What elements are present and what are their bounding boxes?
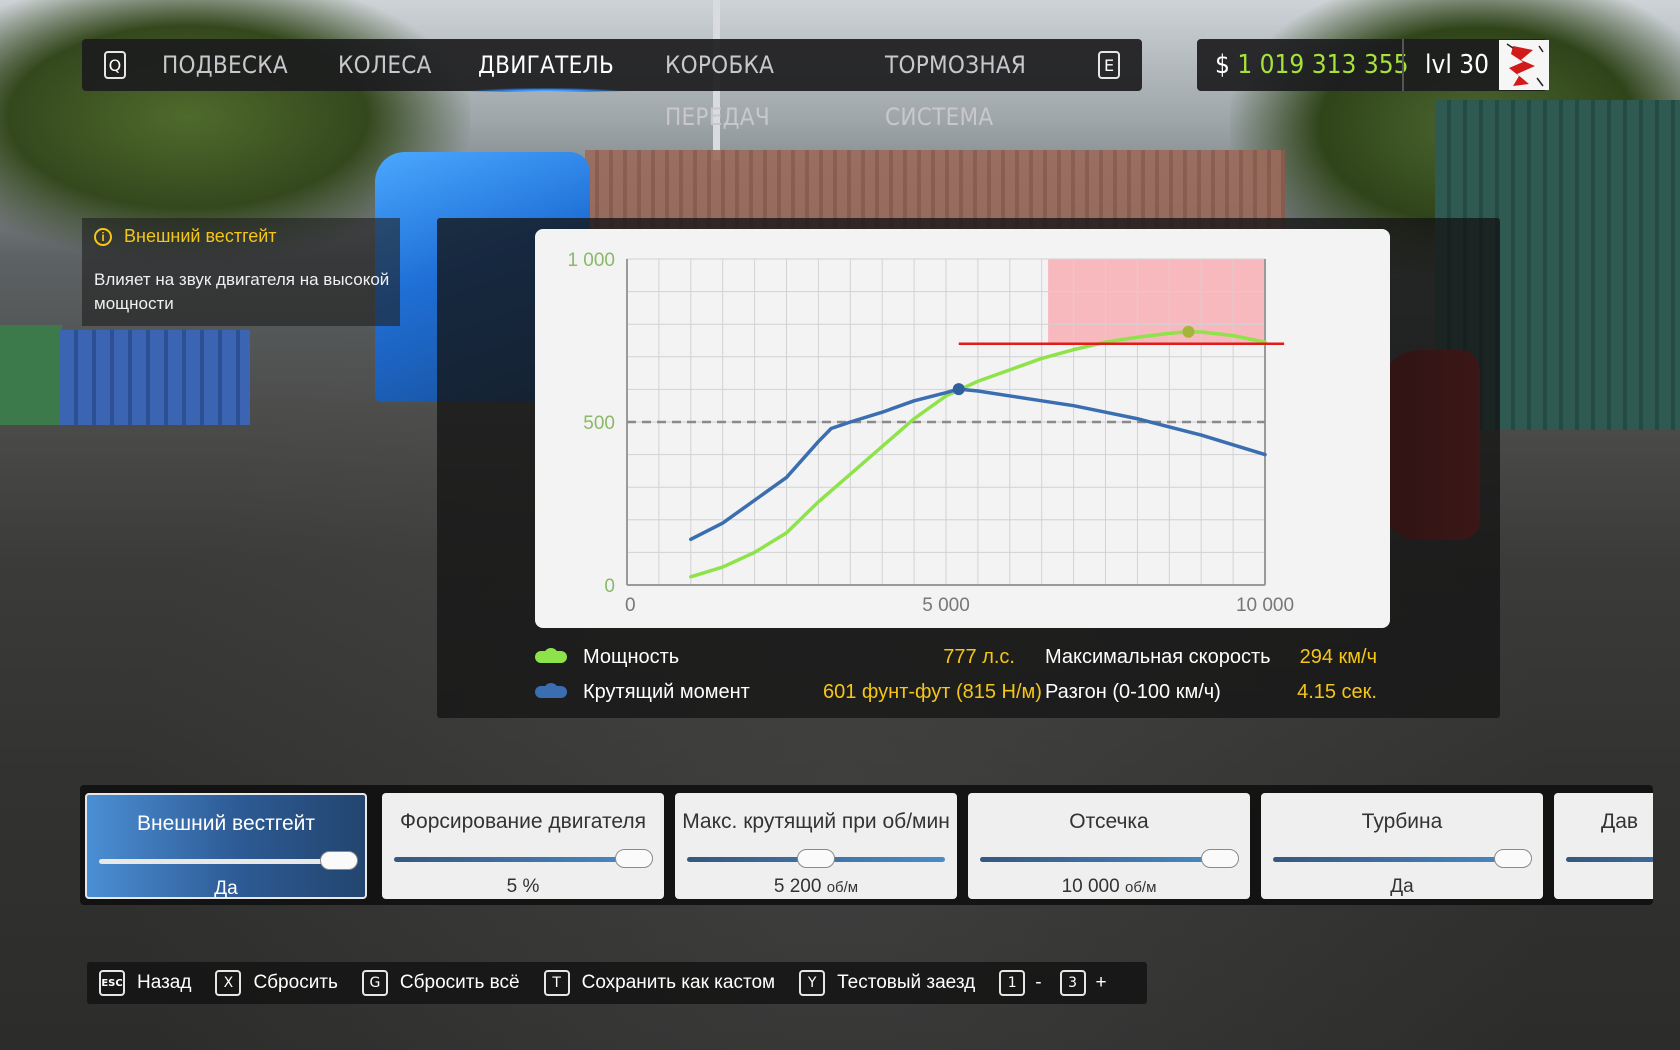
slider-track[interactable] bbox=[1273, 857, 1531, 862]
slider-card-rev-limiter[interactable]: Отсечка 10 000 об/м bbox=[968, 793, 1250, 899]
tab-wheels[interactable]: КОЛЕСА bbox=[338, 39, 432, 91]
player-avatar[interactable] bbox=[1499, 40, 1549, 90]
top-speed-value: 294 км/ч bbox=[1299, 645, 1377, 668]
slider-thumb[interactable] bbox=[1200, 849, 1239, 868]
next-page-key[interactable]: 3 bbox=[1059, 970, 1086, 996]
acceleration-value: 4.15 сек. bbox=[1297, 680, 1377, 703]
torque-label: Крутящий момент bbox=[583, 680, 750, 703]
reset-all-key[interactable]: G bbox=[361, 970, 388, 996]
power-peak-marker bbox=[1182, 325, 1195, 338]
prev-page-sign: - bbox=[1035, 972, 1042, 993]
slider-value: 5 % bbox=[506, 876, 540, 897]
bg-green-dumpster bbox=[0, 325, 62, 425]
slider-title: Турбина bbox=[1361, 810, 1443, 833]
info-icon: i bbox=[94, 227, 112, 246]
tab-suspension[interactable]: ПОДВЕСКА bbox=[162, 39, 288, 91]
test-drive-key[interactable]: Y bbox=[799, 970, 826, 996]
prev-page-key[interactable]: 1 bbox=[999, 970, 1026, 996]
slider-title: Отсечка bbox=[1069, 810, 1149, 833]
tab-brakes[interactable]: ТОРМОЗНАЯ СИСТЕМА bbox=[885, 39, 1077, 131]
slider-thumb[interactable] bbox=[797, 849, 835, 868]
player-status-panel: $ 1 019 313 355 lvl 30 bbox=[1197, 39, 1549, 91]
avatar-image bbox=[1499, 40, 1549, 90]
tuning-slider-strip: Внешний вестгейт Да Форсирование двигате… bbox=[80, 785, 1653, 905]
reset-action[interactable]: Сбросить bbox=[253, 972, 337, 994]
slider-value: 5 200 об/м bbox=[773, 876, 859, 897]
slider-thumb[interactable] bbox=[319, 851, 358, 870]
money-value: 1 019 313 355 bbox=[1237, 50, 1409, 80]
slider-thumb[interactable] bbox=[1493, 849, 1532, 868]
save-custom-action[interactable]: Сохранить как кастом bbox=[582, 972, 776, 994]
slider-card-engine-boost[interactable]: Форсирование двигателя 5 % bbox=[382, 793, 664, 899]
slider-value: Да bbox=[214, 878, 238, 899]
back-action[interactable]: Назад bbox=[137, 972, 191, 994]
legend-row-power: Мощность 777 л.с. Максимальная скорость … bbox=[535, 642, 1395, 672]
chart-svg: 0 500 1 000 0 5 000 10 000 bbox=[567, 250, 1294, 616]
reset-all-action[interactable]: Сбросить всё bbox=[400, 972, 520, 994]
info-description: Влияет на звук двигателя на высокой мощн… bbox=[94, 270, 390, 313]
chart-x-tick-label: 10 000 bbox=[1236, 595, 1294, 616]
chart-y-tick-label: 1 000 bbox=[567, 250, 615, 271]
save-custom-key[interactable]: T bbox=[543, 970, 570, 996]
torque-legend-icon bbox=[535, 683, 567, 698]
info-title: Внешний вестгейт bbox=[124, 226, 277, 246]
slider-track[interactable] bbox=[99, 859, 353, 864]
slider-thumb[interactable] bbox=[614, 849, 653, 868]
slider-value: 10 000 об/м bbox=[1061, 876, 1157, 897]
power-label: Мощность bbox=[583, 645, 680, 668]
torque-value: 601 фунт-фут (815 Н/м) bbox=[823, 680, 1042, 703]
engine-curve-chart: 0 500 1 000 0 5 000 10 000 bbox=[535, 229, 1390, 628]
key-hint-bar: ESC Назад X Сбросить G Сбросить всё T Со… bbox=[87, 962, 1147, 1004]
info-title-row: i Внешний вестгейт bbox=[94, 226, 277, 247]
top-speed-label: Максимальная скорость bbox=[1045, 645, 1271, 668]
legend-row-torque: Крутящий момент 601 фунт-фут (815 Н/м) Р… bbox=[535, 677, 1395, 707]
slider-title: Дав bbox=[1601, 810, 1639, 833]
slider-title: Макс. крутящий при об/мин bbox=[682, 810, 950, 833]
slider-title: Внешний вестгейт bbox=[137, 812, 315, 835]
esc-key[interactable]: ESC bbox=[99, 970, 125, 996]
chart-x-tick-label: 0 bbox=[625, 595, 636, 616]
currency-symbol: $ bbox=[1215, 50, 1230, 80]
money-display: $ 1 019 313 355 bbox=[1215, 50, 1409, 80]
slider-track[interactable] bbox=[980, 857, 1238, 862]
status-divider bbox=[1402, 39, 1404, 91]
chart-redline-region bbox=[1048, 259, 1265, 344]
category-tab-bar: Q ПОДВЕСКА КОЛЕСА ДВИГАТЕЛЬ КОРОБКА ПЕРЕ… bbox=[82, 39, 1142, 131]
bg-blue-dumpster bbox=[60, 330, 250, 425]
chart-y-tick-label: 0 bbox=[604, 576, 615, 597]
power-legend-icon bbox=[535, 648, 567, 663]
chart-x-tick-label: 5 000 bbox=[922, 595, 970, 616]
power-value: 777 л.с. bbox=[943, 645, 1015, 668]
test-drive-action[interactable]: Тестовый заезд bbox=[837, 972, 975, 994]
slider-card-turbo[interactable]: Турбина Да bbox=[1261, 793, 1543, 899]
chart-y-tick-label: 500 bbox=[583, 413, 615, 434]
info-tooltip: i Внешний вестгейт Влияет на звук двигат… bbox=[82, 218, 400, 326]
slider-track[interactable] bbox=[394, 857, 652, 862]
slider-card-pressure[interactable]: Дав bbox=[1554, 793, 1653, 899]
tab-transmission[interactable]: КОРОБКА ПЕРЕДАЧ bbox=[665, 39, 830, 131]
slider-card-max-torque-rpm[interactable]: Макс. крутящий при об/мин 5 200 об/м bbox=[675, 793, 957, 899]
tab-prev-key[interactable]: Q bbox=[104, 51, 126, 79]
slider-track[interactable] bbox=[1566, 857, 1653, 862]
next-page-sign: + bbox=[1095, 972, 1107, 993]
torque-peak-marker bbox=[952, 383, 965, 396]
reset-key[interactable]: X bbox=[215, 970, 242, 996]
slider-title: Форсирование двигателя bbox=[400, 810, 646, 833]
tab-engine[interactable]: ДВИГАТЕЛЬ bbox=[468, 39, 624, 92]
slider-value: Да bbox=[1390, 876, 1414, 897]
acceleration-label: Разгон (0-100 км/ч) bbox=[1045, 680, 1221, 703]
engine-graph-panel: 0 500 1 000 0 5 000 10 000 Мощность 777 л.с. … bbox=[437, 218, 1500, 718]
tab-next-key[interactable]: E bbox=[1098, 51, 1121, 79]
player-level: lvl 30 bbox=[1425, 50, 1490, 80]
slider-card-external-wastegate[interactable]: Внешний вестгейт Да bbox=[85, 793, 367, 899]
